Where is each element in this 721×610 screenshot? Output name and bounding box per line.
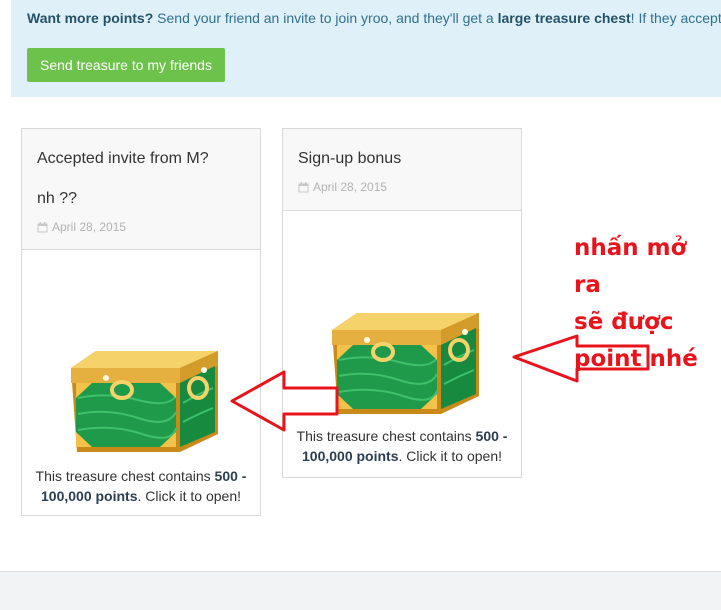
banner-highlight: large treasure chest: [497, 10, 631, 26]
banner-text-part2: ! If they accept: [630, 10, 721, 26]
caption-pre: This treasure chest contains: [35, 468, 215, 484]
card-title: Sign-up bonus: [298, 150, 402, 167]
treasure-chest-icon[interactable]: [329, 310, 483, 418]
annotation-note: nhấn mở ra sẽ được point nhé: [574, 230, 721, 378]
annotation-line-1: nhấn mở ra: [574, 235, 687, 298]
card-date: April 28, 2015: [37, 219, 245, 235]
card-date-text: April 28, 2015: [313, 180, 388, 194]
card-date-text: April 28, 2015: [52, 220, 127, 234]
caption-post: . Click it to open!: [137, 488, 242, 504]
annotation-line-2: sẽ được: [574, 309, 674, 335]
banner-lead: Want more points?: [27, 10, 154, 26]
card-subtitle: nh ??: [37, 190, 78, 207]
reward-card-signup: Sign-up bonus April 28, 2015 This treasu…: [282, 128, 522, 478]
card-date: April 28, 2015: [298, 179, 506, 195]
send-treasure-button[interactable]: Send treasure to my friends: [27, 48, 225, 82]
banner-text-part1: Send your friend an invite to join yroo,…: [153, 10, 498, 26]
card-caption: This treasure chest contains 500 - 100,0…: [283, 426, 521, 466]
card-header: Sign-up bonus April 28, 2015: [283, 129, 521, 211]
card-caption: This treasure chest contains 500 - 100,0…: [22, 466, 260, 506]
caption-pre: This treasure chest contains: [296, 428, 476, 444]
card-header: Accepted invite from M? nh ?? April 28, …: [22, 129, 260, 250]
invite-banner: Want more points? Send your friend an in…: [11, 0, 721, 97]
annotation-line-3: point nhé: [574, 346, 698, 372]
treasure-chest-icon[interactable]: [68, 348, 222, 456]
calendar-icon: [37, 221, 48, 232]
card-title: Accepted invite from M?: [37, 150, 209, 167]
reward-card-invite: Accepted invite from M? nh ?? April 28, …: [21, 128, 261, 516]
invite-banner-text: Want more points? Send your friend an in…: [27, 10, 721, 26]
page-footer: [0, 571, 721, 610]
caption-post: . Click it to open!: [398, 448, 503, 464]
calendar-icon: [298, 181, 309, 192]
